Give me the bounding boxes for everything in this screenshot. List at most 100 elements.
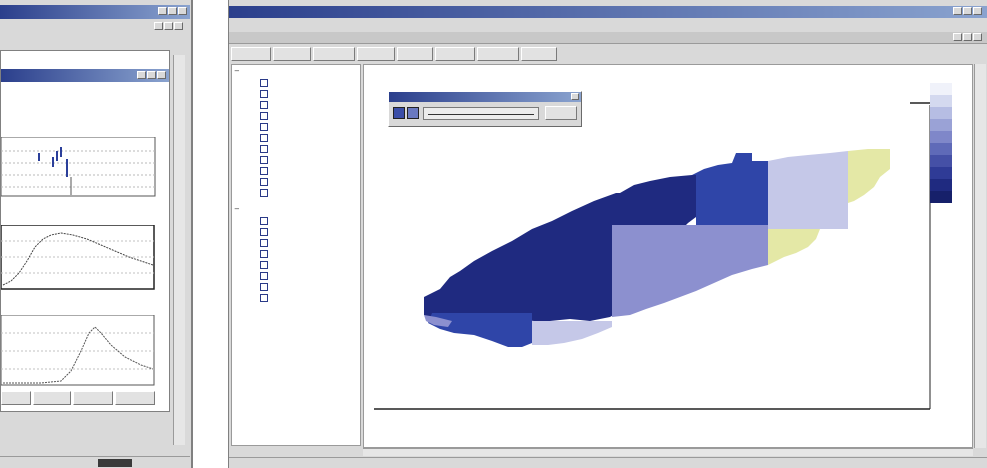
tree-item[interactable]	[260, 100, 360, 110]
inner-maximize-button[interactable]	[147, 71, 156, 79]
map-region	[848, 149, 890, 203]
tree-item[interactable]	[260, 282, 360, 292]
inner-minimize-button[interactable]	[137, 71, 146, 79]
map-legend	[930, 83, 952, 203]
layer-checkbox[interactable]	[260, 90, 268, 98]
left-tab-1[interactable]	[1, 391, 31, 405]
toolbar-button-7[interactable]	[477, 47, 519, 61]
toolbar-button-8[interactable]	[521, 47, 557, 61]
chart3-plot	[1, 315, 155, 386]
left-tab-4[interactable]	[115, 391, 155, 405]
tree-item[interactable]	[260, 122, 360, 132]
layer-checkbox[interactable]	[260, 283, 268, 291]
map-region	[532, 321, 612, 345]
tree-item[interactable]	[260, 271, 360, 281]
tree-item[interactable]	[260, 133, 360, 143]
map-vertical-scrollbar[interactable]	[974, 64, 986, 448]
left-tab-3[interactable]	[73, 391, 113, 405]
main-inner-titlebar	[229, 32, 987, 44]
layer-checkbox[interactable]	[260, 189, 268, 197]
close-button[interactable]	[178, 7, 187, 15]
left-mdi-controls	[153, 22, 183, 32]
main-mdi-close-button[interactable]	[973, 33, 982, 41]
tree-item[interactable]	[260, 155, 360, 165]
minimize-button[interactable]	[158, 7, 167, 15]
tree-expander-icon[interactable]: −	[234, 67, 240, 75]
main-toolbar	[229, 45, 987, 63]
layer-checkbox[interactable]	[260, 239, 268, 247]
layer-checkbox[interactable]	[260, 261, 268, 269]
main-mdi-minimize-button[interactable]	[953, 33, 962, 41]
map-panel	[363, 64, 973, 448]
map-horizontal-scrollbar[interactable]	[363, 448, 973, 456]
toolbar-button-1[interactable]	[231, 47, 271, 61]
layer-checkbox[interactable]	[260, 79, 268, 87]
layer-checkbox[interactable]	[260, 178, 268, 186]
tree-item[interactable]	[260, 177, 360, 187]
main-maximize-button[interactable]	[963, 7, 972, 15]
main-app-window: − −	[228, 0, 987, 468]
layer-checkbox[interactable]	[260, 112, 268, 120]
mdi-minimize-button[interactable]	[154, 22, 163, 30]
inner-close-button[interactable]	[157, 71, 166, 79]
main-close-button[interactable]	[973, 7, 982, 15]
layer-checkbox[interactable]	[260, 145, 268, 153]
left-scrollbar[interactable]	[173, 55, 185, 445]
tree-item[interactable]	[260, 166, 360, 176]
toolbar-button-2[interactable]	[273, 47, 311, 61]
left-inner-window	[0, 50, 170, 412]
tree-item[interactable]	[260, 89, 360, 99]
legend-swatch	[930, 107, 952, 119]
tree-item[interactable]	[260, 144, 360, 154]
map-region	[428, 313, 532, 347]
main-minimize-button[interactable]	[953, 7, 962, 15]
tree-item[interactable]	[260, 238, 360, 248]
map-region	[620, 175, 696, 225]
tree-item[interactable]	[260, 227, 360, 237]
layer-checkbox[interactable]	[260, 272, 268, 280]
map-region	[768, 229, 820, 265]
left-tab-row	[1, 391, 169, 407]
left-inner-titlebar	[1, 69, 169, 82]
tree-item[interactable]	[260, 78, 360, 88]
main-status-bar	[229, 457, 987, 468]
tree-item[interactable]	[260, 188, 360, 198]
choropleth-regions	[424, 149, 890, 347]
map-region	[424, 193, 620, 323]
tree-group-2[interactable]: −	[234, 205, 360, 215]
legend-swatch	[930, 179, 952, 191]
layer-checkbox[interactable]	[260, 228, 268, 236]
map-region	[692, 153, 768, 227]
layer-checkbox[interactable]	[260, 294, 268, 302]
main-mdi-maximize-button[interactable]	[963, 33, 972, 41]
maximize-button[interactable]	[168, 7, 177, 15]
left-app-window	[0, 0, 193, 468]
legend-swatch	[930, 119, 952, 131]
map-canvas	[374, 83, 952, 410]
toolbar-button-5[interactable]	[397, 47, 433, 61]
layer-checkbox[interactable]	[260, 101, 268, 109]
tree-item[interactable]	[260, 249, 360, 259]
tree-item[interactable]	[260, 260, 360, 270]
toolbar-button-6[interactable]	[435, 47, 475, 61]
layer-checkbox[interactable]	[260, 217, 268, 225]
tree-item[interactable]	[260, 293, 360, 303]
mdi-close-button[interactable]	[174, 22, 183, 30]
left-status-bar	[0, 456, 190, 468]
tree-item[interactable]	[260, 216, 360, 226]
legend-swatch	[930, 191, 952, 203]
layer-checkbox[interactable]	[260, 134, 268, 142]
mdi-maximize-button[interactable]	[164, 22, 173, 30]
tree-expander-icon[interactable]: −	[234, 205, 240, 213]
toolbar-button-4[interactable]	[357, 47, 395, 61]
tree-group-1[interactable]: −	[234, 67, 360, 77]
chart2-plot	[1, 225, 155, 290]
layer-checkbox[interactable]	[260, 123, 268, 131]
left-tab-2[interactable]	[33, 391, 71, 405]
toolbar-button-3[interactable]	[313, 47, 355, 61]
tree-item[interactable]	[260, 111, 360, 121]
legend-swatch	[930, 155, 952, 167]
layer-checkbox[interactable]	[260, 250, 268, 258]
layer-checkbox[interactable]	[260, 167, 268, 175]
layer-checkbox[interactable]	[260, 156, 268, 164]
